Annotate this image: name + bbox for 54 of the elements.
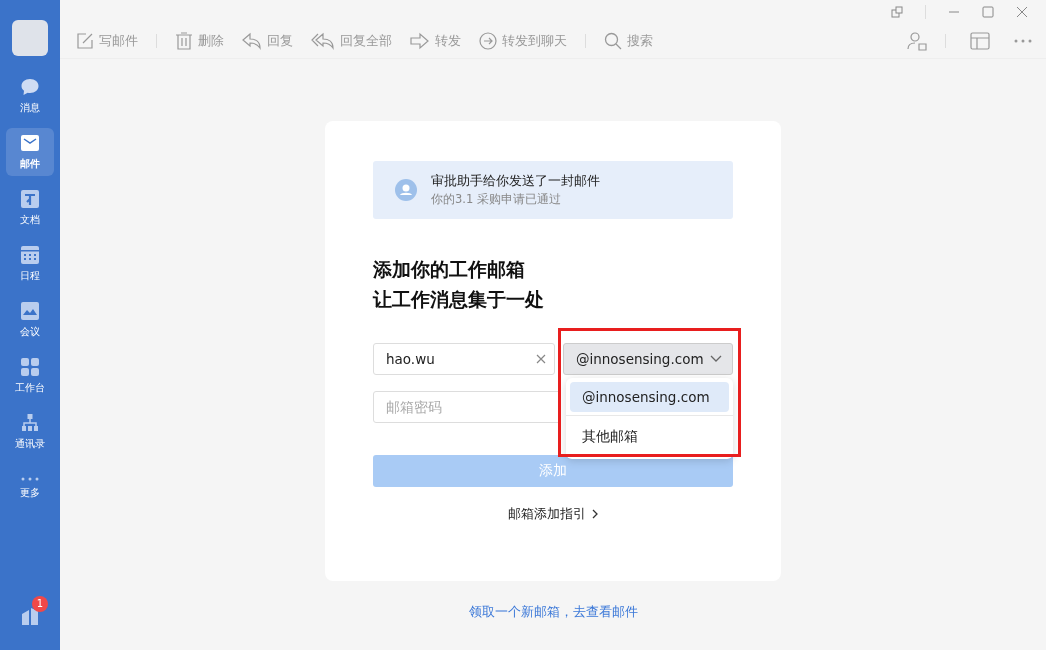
maximize-icon[interactable] xyxy=(982,6,994,18)
chat-bubble-icon xyxy=(20,77,40,97)
sidebar-item[interactable]: 消息 xyxy=(6,72,54,120)
layout-icon[interactable] xyxy=(970,31,990,51)
notification-badge: 1 xyxy=(32,596,48,612)
new-mailbox-link[interactable]: 领取一个新邮箱，去查看邮件 xyxy=(468,603,638,621)
notification-subtitle: 你的3.1 采购申请已通过 xyxy=(431,192,562,207)
sidebar-item[interactable]: 会议 xyxy=(6,296,54,344)
dropdown-option[interactable]: @innosensing.com xyxy=(570,382,729,412)
more-icon[interactable] xyxy=(1014,39,1032,43)
search-icon xyxy=(604,32,622,50)
mail-icon xyxy=(20,133,40,153)
restore-icon[interactable] xyxy=(891,6,903,18)
heading: 让工作消息集于一处 xyxy=(373,287,545,312)
reply-all-icon xyxy=(311,32,335,50)
toolbar-button[interactable]: 搜索 xyxy=(604,32,653,50)
toolbar-button[interactable]: 写邮件 xyxy=(76,32,138,50)
heading: 添加你的工作邮箱 xyxy=(373,257,526,282)
chevron-right-icon xyxy=(592,509,598,519)
chat-arrow-icon xyxy=(479,32,497,50)
mountain-icon xyxy=(20,301,40,321)
trash-icon xyxy=(175,32,193,50)
clear-icon[interactable] xyxy=(536,354,546,364)
user-avatar-icon xyxy=(395,179,417,201)
org-chart-icon xyxy=(20,413,40,433)
chevron-down-icon xyxy=(710,355,722,363)
notification-title: 审批助手给你发送了一封邮件 xyxy=(431,173,600,190)
dropdown-option[interactable]: 其他邮箱 xyxy=(570,419,729,455)
forward-icon xyxy=(410,32,430,50)
grid-icon xyxy=(20,357,40,377)
more-icon xyxy=(20,476,40,482)
domain-dropdown[interactable]: @innosensing.com xyxy=(563,343,733,375)
toolbar-button[interactable]: 回复 xyxy=(242,32,293,50)
building-icon[interactable] xyxy=(20,606,40,626)
toolbar-button[interactable]: 回复全部 xyxy=(311,32,392,50)
sidebar-item[interactable]: 日程 xyxy=(6,240,54,288)
compose-icon xyxy=(76,32,94,50)
guide-link[interactable]: 邮箱添加指引 xyxy=(508,505,598,523)
toolbar-button[interactable]: 删除 xyxy=(175,32,224,50)
toolbar-button[interactable]: 转发 xyxy=(410,32,461,50)
calendar-icon xyxy=(20,245,40,265)
toolbar-button[interactable]: 转发到聊天 xyxy=(479,32,567,50)
sidebar-item[interactable]: 邮件 xyxy=(6,128,54,176)
sidebar-item[interactable]: 通讯录 xyxy=(6,408,54,456)
avatar-icon[interactable] xyxy=(12,20,48,56)
document-icon xyxy=(20,189,40,209)
password-field[interactable]: 邮箱密码 xyxy=(373,391,561,423)
sidebar-item[interactable]: 更多 xyxy=(6,464,54,512)
close-icon[interactable] xyxy=(1016,6,1028,18)
sidebar-item[interactable]: 文档 xyxy=(6,184,54,232)
reply-icon xyxy=(242,32,262,50)
contact-mail-icon[interactable] xyxy=(907,31,927,51)
username-field[interactable]: hao.wu xyxy=(373,343,555,375)
sidebar-item[interactable]: 工作台 xyxy=(6,352,54,400)
